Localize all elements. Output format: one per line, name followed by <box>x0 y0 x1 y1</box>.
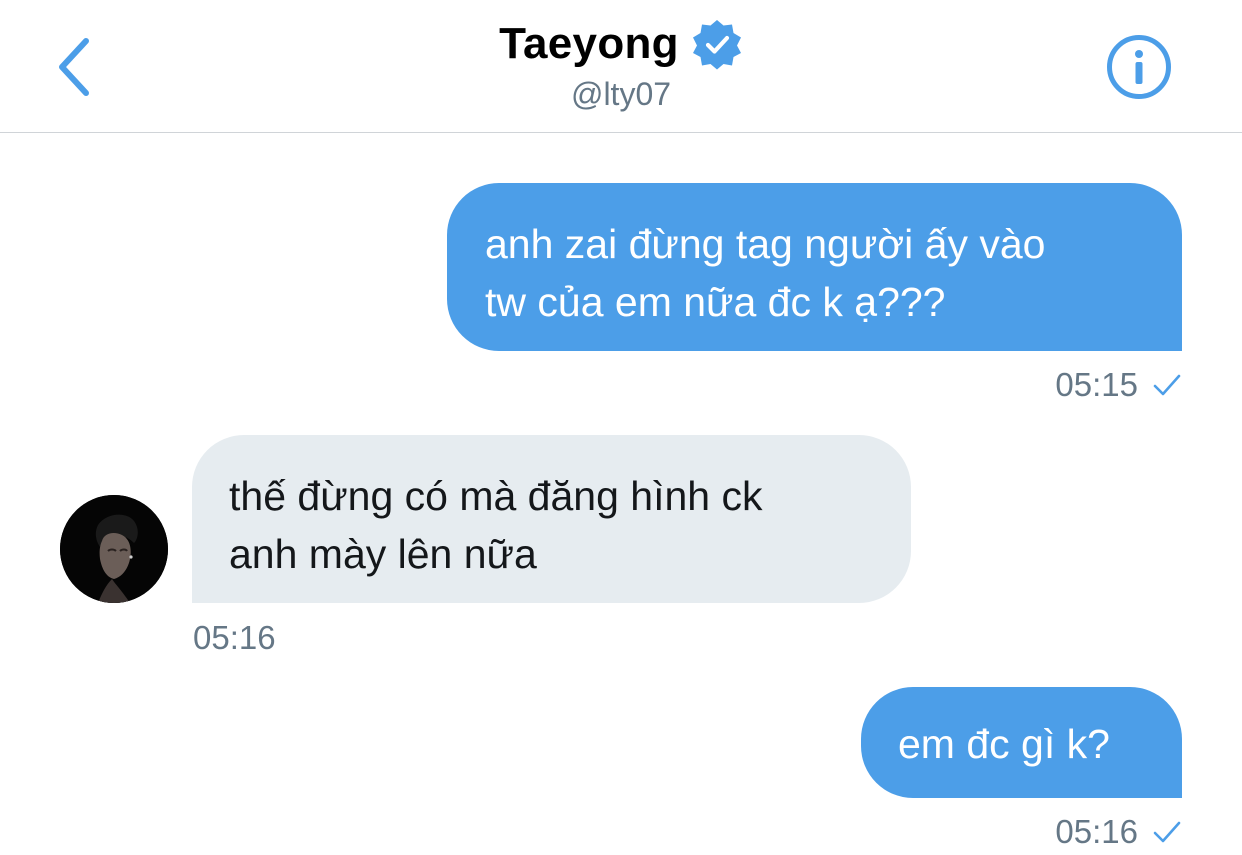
check-icon <box>1153 821 1181 843</box>
message-timestamp: 05:16 <box>193 619 276 656</box>
contact-name: Taeyong <box>499 19 679 68</box>
info-button[interactable] <box>1106 34 1172 100</box>
message-text-line: anh mày lên nữa <box>229 531 537 577</box>
avatar[interactable] <box>60 495 168 603</box>
message-timestamp: 05:16 <box>1055 813 1138 850</box>
message-text-line: thế đừng có mà đăng hình ck <box>229 473 763 519</box>
verified-badge-icon <box>692 20 741 70</box>
conversation-header: Taeyong @lty07 <box>0 0 1242 133</box>
info-icon <box>1107 35 1171 99</box>
avatar-image <box>60 495 168 603</box>
message-timestamp: 05:15 <box>1055 366 1138 403</box>
sent-message-bubble[interactable]: em đc gì k? <box>861 687 1182 798</box>
check-icon <box>1153 374 1181 396</box>
conversation-title[interactable]: Taeyong @lty07 <box>0 18 1242 113</box>
message-text-line: tw của em nữa đc k ạ??? <box>485 279 946 325</box>
message-text-line: anh zai đừng tag người ấy vào <box>485 221 1046 267</box>
message-text-line: em đc gì k? <box>898 721 1110 767</box>
message-meta: 05:15 <box>1055 366 1182 404</box>
message-meta: 05:16 <box>1055 813 1182 851</box>
received-message-bubble[interactable]: thế đừng có mà đăng hình ck anh mày lên … <box>192 435 911 603</box>
sent-message-bubble[interactable]: anh zai đừng tag người ấy vào tw của em … <box>447 183 1182 351</box>
contact-handle: @lty07 <box>570 76 672 112</box>
message-meta: 05:16 <box>193 619 276 657</box>
